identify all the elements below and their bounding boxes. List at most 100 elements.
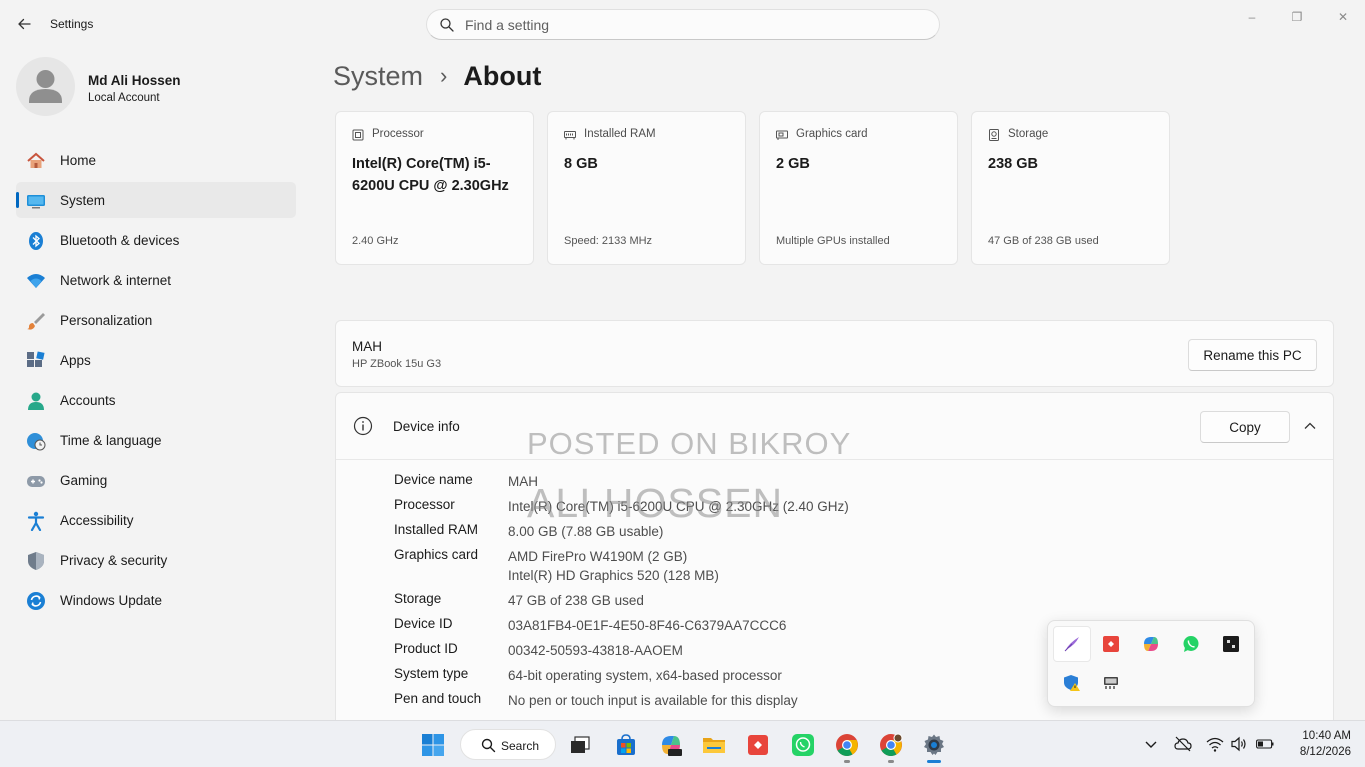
sidebar-item-accessibility[interactable]: Accessibility (16, 502, 296, 538)
taskbar-store[interactable] (610, 729, 642, 761)
tray-overflow-popup (1047, 620, 1255, 707)
watermark-text-secondary: ALI HOSSEN (527, 480, 784, 526)
tray-item[interactable] (1053, 626, 1091, 662)
settings-search-box[interactable] (426, 9, 940, 40)
spec-key: Installed RAM (394, 522, 479, 537)
processor-card: Processor Intel(R) Core(TM) i5-6200U CPU… (335, 111, 534, 265)
sidebar-item-accounts[interactable]: Accounts (16, 382, 296, 418)
taskbar-m365[interactable] (655, 729, 687, 761)
processor-icon (352, 129, 364, 141)
sidebar-item-time-language[interactable]: Time & language (16, 422, 296, 458)
storage-icon (989, 129, 999, 141)
sidebar-item-privacy-security[interactable]: Privacy & security (16, 542, 296, 578)
info-icon (353, 416, 373, 436)
taskbar-search[interactable]: Search (460, 729, 556, 760)
back-button[interactable] (12, 12, 36, 36)
taskbar-whatsapp[interactable] (787, 729, 819, 761)
card-value: Intel(R) Core(TM) i5-6200U CPU @ 2.30GHz (352, 156, 509, 194)
taskbar-chrome[interactable] (831, 729, 863, 761)
volume-icon[interactable] (1230, 736, 1248, 752)
file-explorer-icon (703, 738, 725, 753)
profile-section[interactable]: Md Ali Hossen Local Account (16, 57, 296, 117)
cloud-offline-icon[interactable] (1174, 736, 1192, 752)
app-dark-icon (1223, 636, 1239, 652)
card-subtitle: 47 GB of 238 GB used (988, 235, 1099, 247)
gamepad-icon (27, 476, 45, 487)
taskbar-anydesk[interactable] (742, 729, 774, 761)
sidebar-item-personalization[interactable]: Personalization (16, 302, 296, 338)
close-button[interactable]: ✕ (1320, 6, 1365, 28)
search-icon (481, 738, 496, 753)
sidebar-item-home[interactable]: Home (16, 142, 296, 178)
tray-item[interactable] (1172, 626, 1210, 662)
spec-key: Pen and touch (394, 691, 482, 706)
maximize-button[interactable]: ❐ (1274, 6, 1320, 28)
chevron-up-icon[interactable] (1302, 418, 1318, 434)
spec-key: Processor (394, 497, 455, 512)
sidebar-item-label: Time & language (60, 433, 162, 448)
taskbar-task-view[interactable] (564, 729, 596, 761)
taskbar-chrome-profile[interactable] (875, 729, 907, 761)
tray-item[interactable] (1212, 626, 1250, 662)
tray-item[interactable] (1132, 626, 1170, 662)
search-icon (440, 18, 454, 32)
spec-value: 47 GB of 238 GB used (508, 593, 644, 608)
sidebar-item-bluetooth[interactable]: Bluetooth & devices (16, 222, 296, 258)
spec-value: No pen or touch input is available for t… (508, 693, 798, 708)
breadcrumb-parent[interactable]: System (333, 61, 423, 92)
battery-icon[interactable] (1256, 736, 1274, 752)
clock-time[interactable]: 10:40 AM (1283, 730, 1351, 742)
search-input[interactable] (465, 14, 925, 36)
clock-date[interactable]: 8/12/2026 (1283, 746, 1351, 758)
defender-warning-icon (1064, 675, 1080, 691)
system-icon (27, 195, 45, 209)
rename-pc-button[interactable]: Rename this PC (1188, 339, 1317, 371)
ram-card: Installed RAM 8 GB Speed: 2133 MHz (547, 111, 746, 265)
accounts-icon (28, 392, 44, 410)
sidebar-item-network[interactable]: Network & internet (16, 262, 296, 298)
sidebar-item-label: Bluetooth & devices (60, 233, 180, 248)
spec-key: Product ID (394, 641, 458, 656)
store-icon (617, 734, 635, 755)
card-value: 238 GB (988, 156, 1038, 172)
app-title: Settings (50, 17, 94, 31)
spec-value: 00342-50593-43818-AAOEM (508, 643, 683, 658)
sidebar-item-label: Accessibility (60, 513, 134, 528)
tray-overflow-button[interactable] (1138, 729, 1164, 759)
pc-name-card: MAH HP ZBook 15u G3 Rename this PC (335, 320, 1334, 387)
copy-button[interactable]: Copy (1200, 411, 1290, 443)
taskbar-file-explorer[interactable] (698, 729, 730, 761)
chevron-down-icon (1145, 741, 1157, 748)
sidebar-item-windows-update[interactable]: Windows Update (16, 582, 296, 618)
sidebar-item-system[interactable]: System (16, 182, 296, 218)
sidebar-item-apps[interactable]: Apps (16, 342, 296, 378)
spec-key: Storage (394, 591, 442, 606)
chrome-profile-icon (880, 733, 903, 756)
maximize-icon: ❐ (1291, 10, 1303, 24)
spec-value: 64-bit operating system, x64-based proce… (508, 668, 782, 683)
card-title: Graphics card (796, 128, 868, 140)
clock-globe-icon (27, 433, 46, 451)
graphics-card-icon (776, 130, 788, 140)
tray-item[interactable] (1092, 626, 1130, 662)
tray-item[interactable] (1053, 665, 1091, 701)
breadcrumb-separator-icon: › (440, 63, 448, 88)
taskbar-settings[interactable] (918, 729, 950, 761)
sidebar-item-gaming[interactable]: Gaming (16, 462, 296, 498)
task-view-icon (571, 736, 590, 753)
whatsapp-icon (792, 734, 814, 756)
breadcrumb: System › About (333, 58, 541, 94)
sidebar-item-label: Privacy & security (60, 553, 168, 568)
card-subtitle: 2.40 GHz (352, 235, 399, 247)
taskbar: Search 10:40 AM 8/12/2026 (0, 720, 1365, 767)
start-button[interactable] (417, 729, 449, 761)
bluetooth-icon (29, 232, 43, 250)
whatsapp-icon (1183, 636, 1199, 652)
avatar (16, 57, 75, 116)
brush-icon (27, 313, 45, 330)
minimize-button[interactable]: – (1229, 6, 1275, 28)
wifi-icon[interactable] (1206, 736, 1224, 752)
spec-key: System type (394, 666, 469, 681)
storage-card: Storage 238 GB 47 GB of 238 GB used (971, 111, 1170, 265)
tray-item[interactable] (1092, 665, 1130, 701)
